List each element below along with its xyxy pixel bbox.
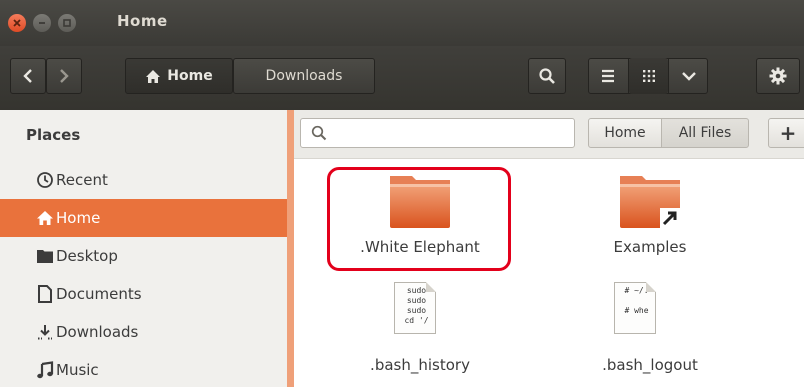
- sidebar-item-desktop[interactable]: Desktop: [0, 237, 287, 275]
- sidebar-item-label: Home: [56, 209, 101, 227]
- file-preview-line: sudo: [406, 306, 427, 315]
- forward-button[interactable]: [46, 58, 82, 94]
- window-title: Home: [117, 12, 168, 30]
- file-item-examples[interactable]: Examples: [560, 172, 740, 268]
- file-preview-line: sudo: [406, 296, 427, 305]
- title-bar: Home: [0, 0, 804, 46]
- download-icon: [38, 325, 52, 340]
- search-bar: Home All Files +: [294, 110, 804, 159]
- highlight-annotation: [327, 167, 511, 271]
- grid-view-button[interactable]: [629, 58, 668, 94]
- search-icon: [539, 68, 555, 84]
- search-scope-all-files-label: All Files: [678, 125, 732, 141]
- sidebar-heading: Places: [26, 126, 81, 144]
- gear-icon: [769, 67, 787, 85]
- sidebar-item-label: Desktop: [56, 247, 118, 265]
- add-search-criteria-button[interactable]: +: [768, 118, 804, 148]
- sidebar-item-label: Downloads: [56, 323, 139, 341]
- search-scope-home-label: Home: [604, 125, 646, 141]
- file-item-bash-history[interactable]: sudo sudo sudo cd '/ .bash_history: [330, 282, 510, 387]
- breadcrumb-home[interactable]: Home: [125, 58, 233, 94]
- text-file-icon: sudo sudo sudo cd '/: [394, 282, 436, 334]
- breadcrumb-downloads-label: Downloads: [265, 68, 343, 84]
- file-preview-line: # whe: [624, 306, 649, 315]
- file-preview-line: cd '/: [404, 316, 429, 325]
- chevron-right-icon: [60, 69, 69, 83]
- sidebar-item-documents[interactable]: Documents: [0, 275, 287, 313]
- folder-link-icon: [620, 176, 680, 228]
- search-input[interactable]: [300, 118, 575, 148]
- sidebar-item-label: Recent: [56, 171, 108, 189]
- sidebar-item-recent[interactable]: Recent: [0, 161, 287, 199]
- file-name: .bash_logout: [602, 356, 698, 374]
- document-icon: [38, 285, 52, 303]
- search-scope-all-files[interactable]: All Files: [661, 118, 749, 148]
- search-scope-home[interactable]: Home: [588, 118, 662, 148]
- toolbar: Home Downloads: [0, 46, 804, 110]
- search-icon: [311, 125, 327, 141]
- settings-button[interactable]: [756, 58, 800, 94]
- sidebar-item-downloads[interactable]: Downloads: [0, 313, 287, 351]
- close-icon: [13, 19, 21, 27]
- plus-icon: +: [779, 121, 797, 145]
- file-name: .bash_history: [370, 356, 470, 374]
- chevron-left-icon: [23, 69, 32, 83]
- sidebar-pane-divider[interactable]: [287, 110, 294, 387]
- sidebar: Places Recent Home Desktop Documents Dow…: [0, 110, 287, 387]
- list-view-button[interactable]: [588, 58, 628, 94]
- file-name: Examples: [613, 238, 687, 256]
- breadcrumb-downloads[interactable]: Downloads: [233, 58, 375, 94]
- breadcrumb-home-label: Home: [167, 68, 213, 84]
- close-window-button[interactable]: [8, 14, 26, 32]
- grid-icon: [642, 70, 655, 82]
- text-file-icon: # ~/. # whe: [614, 282, 656, 334]
- home-icon: [146, 69, 161, 83]
- music-icon: [37, 361, 54, 379]
- minimize-icon: [39, 22, 45, 24]
- sidebar-item-music[interactable]: Music: [0, 351, 287, 389]
- maximize-icon: [63, 19, 71, 27]
- chevron-down-icon: [681, 72, 696, 81]
- file-preview-line: # ~/.: [624, 286, 649, 295]
- sidebar-item-label: Documents: [56, 285, 142, 303]
- file-item-bash-logout[interactable]: # ~/. # whe .bash_logout: [560, 282, 740, 387]
- minimize-window-button[interactable]: [33, 14, 51, 32]
- file-preview-line: sudo: [406, 286, 427, 295]
- folder-icon: [37, 250, 53, 263]
- sidebar-item-label: Music: [56, 361, 99, 379]
- back-button[interactable]: [10, 58, 46, 94]
- sidebar-item-home[interactable]: Home: [0, 199, 287, 237]
- view-options-button[interactable]: [669, 58, 708, 94]
- search-button[interactable]: [528, 58, 566, 94]
- home-icon: [37, 211, 53, 225]
- clock-icon: [37, 172, 53, 188]
- maximize-window-button[interactable]: [58, 14, 76, 32]
- list-icon: [602, 69, 614, 83]
